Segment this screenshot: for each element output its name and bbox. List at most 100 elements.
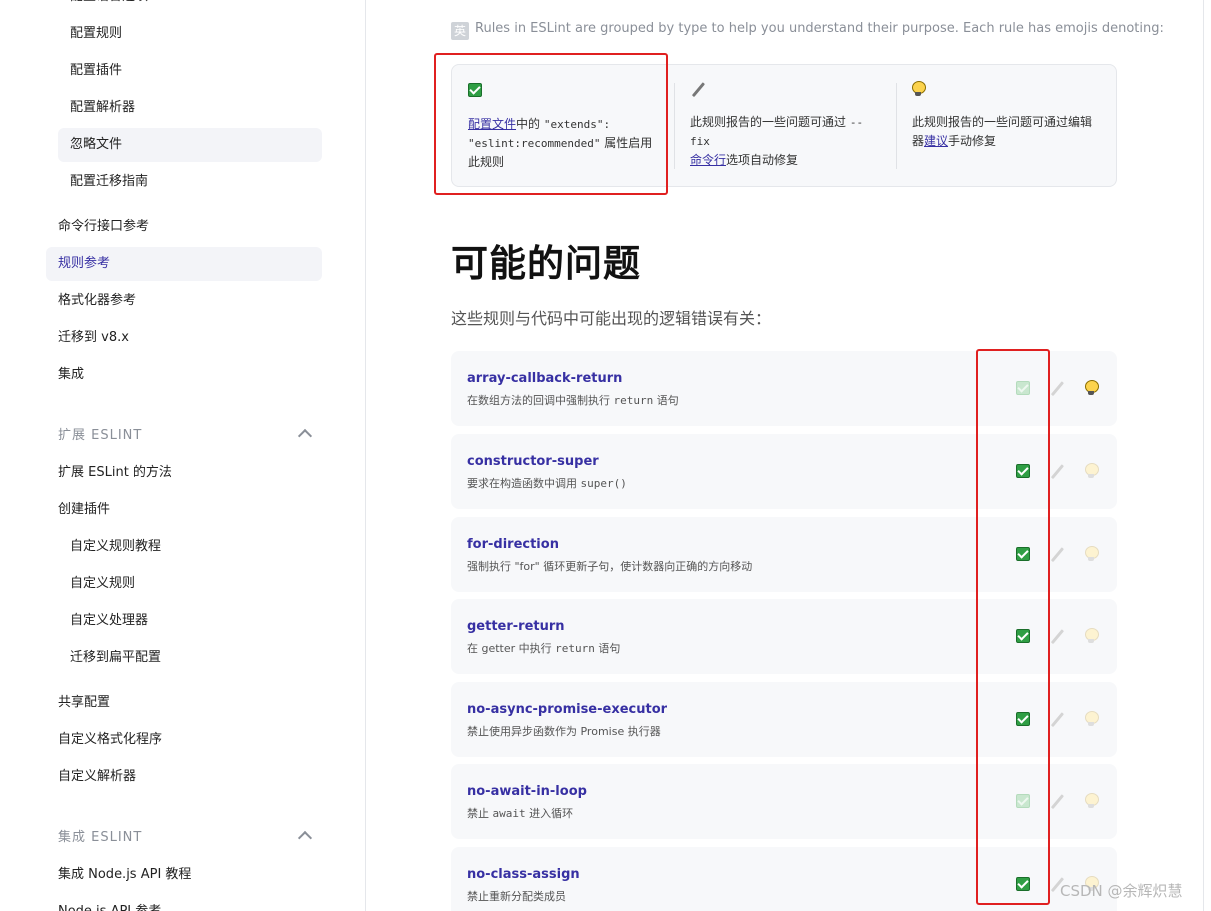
sidebar-item-custom-rule-tutorial[interactable]: 自定义规则教程 <box>58 530 322 564</box>
check-icon <box>1016 712 1030 726</box>
wrench-icon <box>1049 793 1065 809</box>
sidebar-item-ways-to-extend[interactable]: 扩展 ESLint 的方法 <box>46 456 322 490</box>
intro-text: 英 Rules in ESLint are grouped by type to … <box>451 21 1164 40</box>
lightbulb-icon <box>1085 628 1099 644</box>
sidebar-item-custom-processors[interactable]: 自定义处理器 <box>58 604 322 638</box>
rule-name-link[interactable]: no-async-promise-executor <box>467 702 667 717</box>
sidebar-item-migrate-v8[interactable]: 迁移到 v8.x <box>46 321 322 355</box>
suggestions-link[interactable]: 建议 <box>924 134 948 148</box>
legend-recommended-text: 配置文件中的 "extends": "eslint:recommended" 属… <box>468 115 658 172</box>
text-fragment: 中的 <box>516 117 541 131</box>
translate-badge-icon[interactable]: 英 <box>451 22 469 40</box>
rule-card[interactable]: array-callback-return 在数组方法的回调中强制执行 retu… <box>451 351 1117 426</box>
rule-name-link[interactable]: no-class-assign <box>467 867 580 882</box>
sidebar-item-formatters-reference[interactable]: 格式化器参考 <box>46 284 322 318</box>
rule-icons <box>1014 792 1099 812</box>
code-extends: "extends": <box>543 118 611 131</box>
sidebar-item-integrations[interactable]: 集成 <box>46 358 322 392</box>
rule-card[interactable]: for-direction 强制执行 "for" 循环更新子句，使计数器向正确的… <box>451 517 1117 592</box>
rule-description: 在数组方法的回调中强制执行 return 语句 <box>467 394 679 407</box>
code-recommended: "eslint:recommended" <box>468 137 601 150</box>
cli-link[interactable]: 命令行 <box>690 153 726 167</box>
check-icon <box>1016 547 1030 561</box>
rule-icons <box>1014 627 1099 647</box>
text-fragment: 此规则报告的一些问题可通过 <box>690 115 847 129</box>
rule-icons <box>1014 462 1099 482</box>
docs-sidebar: 配置语言选项 配置规则 配置插件 配置解析器 忽略文件 配置迁移指南 命令行接口… <box>0 0 366 911</box>
wrench-icon <box>690 81 706 97</box>
rule-description: 强制执行 "for" 循环更新子句，使计数器向正确的方向移动 <box>467 560 753 573</box>
sidebar-item-config-parser[interactable]: 配置解析器 <box>58 91 322 125</box>
rule-icons <box>1014 710 1099 730</box>
rule-card[interactable]: no-async-promise-executor 禁止使用异步函数作为 Pro… <box>451 682 1117 757</box>
rule-description: 要求在构造函数中调用 super() <box>467 477 627 490</box>
check-icon <box>1016 629 1030 643</box>
lightbulb-icon <box>912 81 926 97</box>
rule-name-link[interactable]: array-callback-return <box>467 371 622 386</box>
intro-sentence: Rules in ESLint are grouped by type to h… <box>475 21 1164 36</box>
sidebar-item-custom-rules[interactable]: 自定义规则 <box>58 567 322 601</box>
rule-icons <box>1014 545 1099 565</box>
lightbulb-icon <box>1085 546 1099 562</box>
sidebar-item-config-rules[interactable]: 配置规则 <box>58 17 322 51</box>
check-icon <box>1016 877 1030 891</box>
sidebar-item-custom-parsers[interactable]: 自定义解析器 <box>46 760 322 794</box>
check-icon <box>1016 381 1030 395</box>
section-title: 可能的问题 <box>451 242 641 285</box>
sidebar-item-rules-reference[interactable]: 规则参考 <box>46 247 322 281</box>
watermark: CSDN @余辉炽慧 <box>1060 882 1183 900</box>
sidebar-item-nodejs-api-tutorial[interactable]: 集成 Node.js API 教程 <box>46 858 322 892</box>
lightbulb-icon <box>1085 711 1099 727</box>
rule-card[interactable]: constructor-super 要求在构造函数中调用 super() <box>451 434 1117 509</box>
sidebar-section-extend[interactable]: 扩展 ESLINT <box>46 419 322 453</box>
sidebar-item-ignore-files[interactable]: 忽略文件 <box>58 128 322 162</box>
rule-description: 在 getter 中执行 return 语句 <box>467 642 621 655</box>
sidebar-item-config-language[interactable]: 配置语言选项 <box>58 0 322 14</box>
lightbulb-icon <box>1085 793 1099 809</box>
wrench-icon <box>1049 546 1065 562</box>
lightbulb-icon <box>1085 380 1099 396</box>
rule-name-link[interactable]: for-direction <box>467 537 559 552</box>
wrench-icon <box>1049 463 1065 479</box>
legend-fixable: 此规则报告的一些问题可通过 --fix 命令行选项自动修复 <box>674 65 896 186</box>
chevron-up-icon[interactable] <box>297 830 313 846</box>
sidebar-item-cli-reference[interactable]: 命令行接口参考 <box>46 210 322 244</box>
sidebar-item-create-plugins[interactable]: 创建插件 <box>46 493 322 527</box>
check-icon <box>1016 794 1030 808</box>
sidebar-item-config-migration[interactable]: 配置迁移指南 <box>58 165 322 199</box>
chevron-up-icon[interactable] <box>297 428 313 444</box>
rule-description: 禁止使用异步函数作为 Promise 执行器 <box>467 725 661 738</box>
config-file-link[interactable]: 配置文件 <box>468 117 516 131</box>
section-label: 集成 ESLINT <box>58 830 143 845</box>
rule-card[interactable]: getter-return 在 getter 中执行 return 语句 <box>451 599 1117 674</box>
wrench-icon <box>1049 711 1065 727</box>
section-lead: 这些规则与代码中可能出现的逻辑错误有关： <box>451 309 772 328</box>
check-icon <box>468 83 482 97</box>
sidebar-item-custom-formatters[interactable]: 自定义格式化程序 <box>46 723 322 757</box>
rule-icons <box>1014 379 1099 399</box>
lightbulb-icon <box>1085 463 1099 479</box>
rule-name-link[interactable]: constructor-super <box>467 454 599 469</box>
check-icon <box>1016 464 1030 478</box>
text-fragment: 手动修复 <box>948 134 997 148</box>
rule-card[interactable]: no-class-assign 禁止重新分配类成员 <box>451 847 1117 911</box>
text-fragment: 选项自动修复 <box>726 153 799 167</box>
rule-name-link[interactable]: getter-return <box>467 619 565 634</box>
rule-description: 禁止 await 进入循环 <box>467 807 574 820</box>
sidebar-section-integrate[interactable]: 集成 ESLINT <box>46 821 322 855</box>
rule-card[interactable]: no-await-in-loop 禁止 await 进入循环 <box>451 764 1117 839</box>
wrench-icon <box>1049 628 1065 644</box>
section-label: 扩展 ESLINT <box>58 428 143 443</box>
sidebar-item-config-plugins[interactable]: 配置插件 <box>58 54 322 88</box>
rule-description: 禁止重新分配类成员 <box>467 890 566 903</box>
legend-suggestion-text: 此规则报告的一些问题可通过编辑器建议手动修复 <box>912 113 1102 151</box>
sidebar-item-migrate-flat-config[interactable]: 迁移到扁平配置 <box>58 641 322 675</box>
rule-legend: 配置文件中的 "extends": "eslint:recommended" 属… <box>451 64 1117 187</box>
sidebar-item-nodejs-api-reference[interactable]: Node.js API 参考 <box>46 895 322 911</box>
sidebar-item-shareable-configs[interactable]: 共享配置 <box>46 686 322 720</box>
legend-fixable-text: 此规则报告的一些问题可通过 --fix 命令行选项自动修复 <box>690 113 880 170</box>
rule-name-link[interactable]: no-await-in-loop <box>467 784 587 799</box>
legend-recommended: 配置文件中的 "extends": "eslint:recommended" 属… <box>452 65 674 186</box>
wrench-icon <box>1049 380 1065 396</box>
legend-suggestion: 此规则报告的一些问题可通过编辑器建议手动修复 <box>896 65 1118 186</box>
